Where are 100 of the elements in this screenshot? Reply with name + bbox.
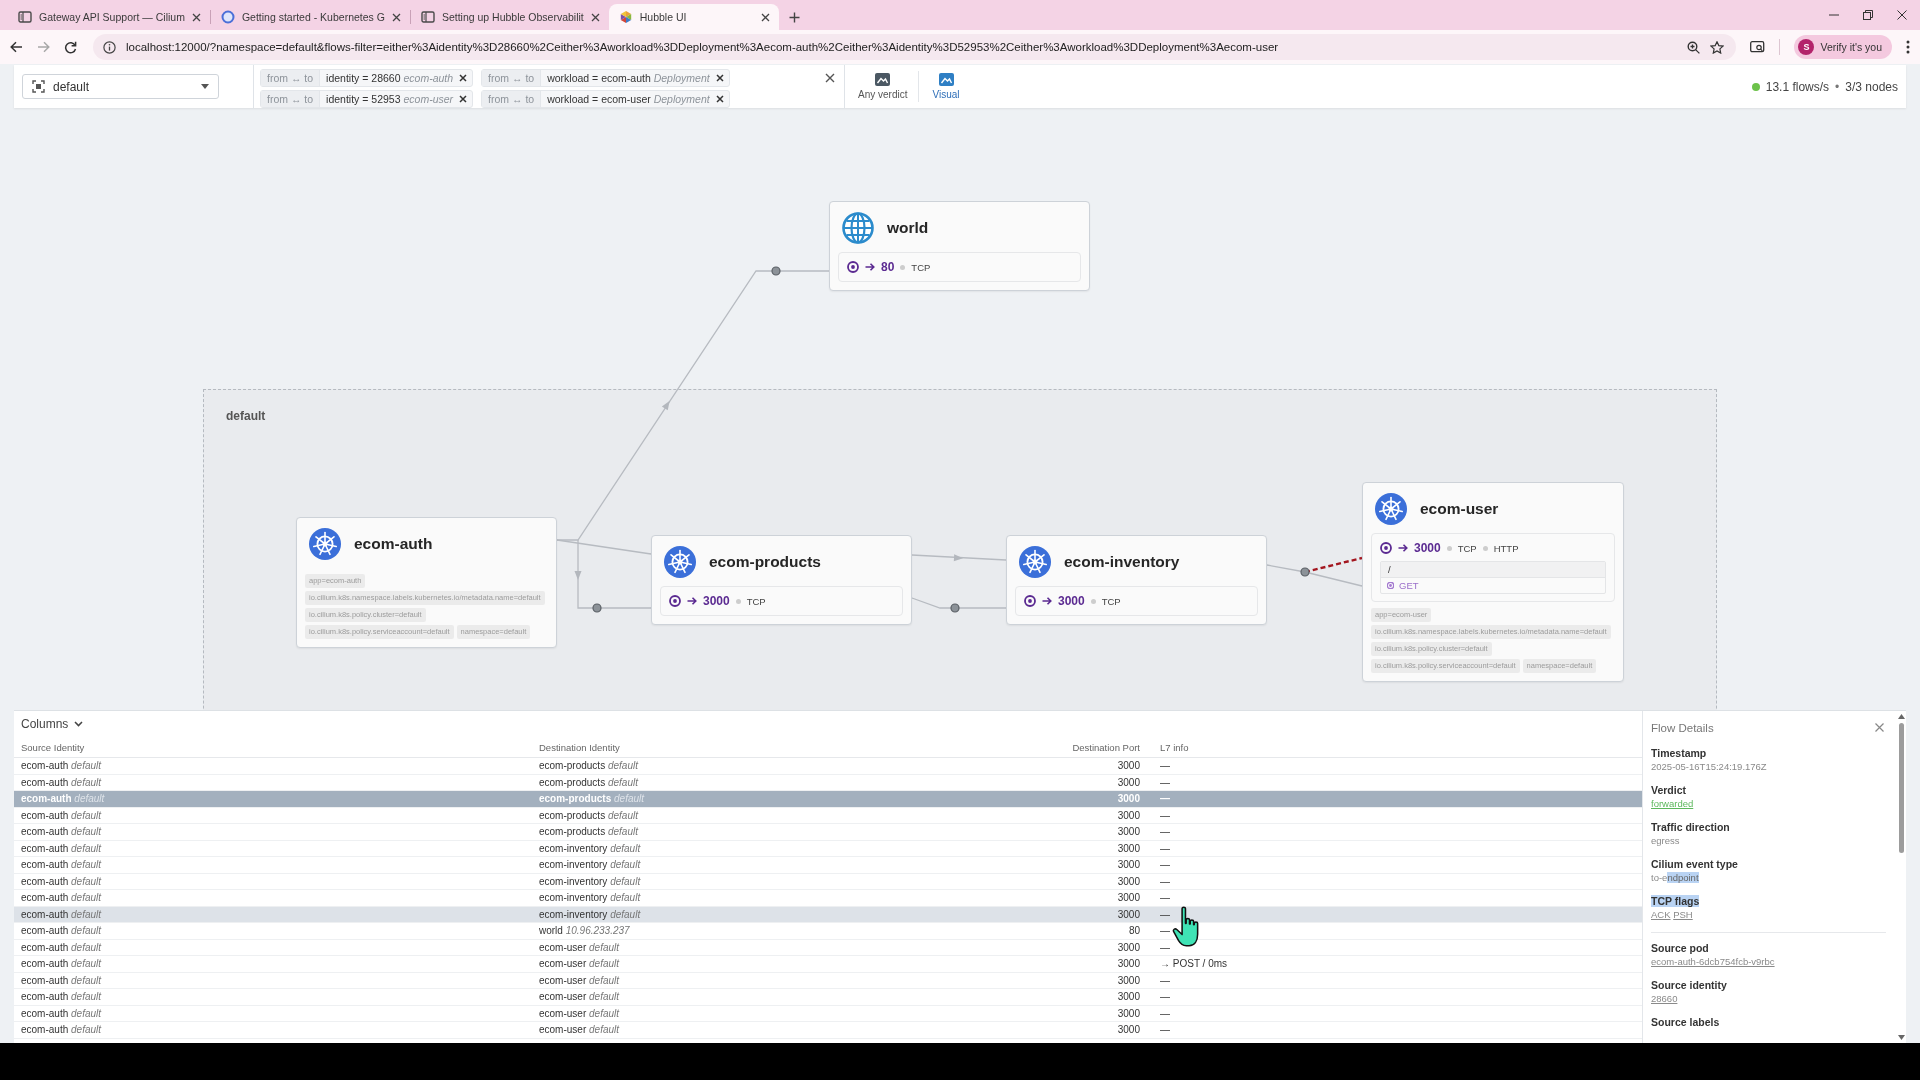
- filter-text: workload = ecom-user Deployment: [547, 93, 710, 105]
- table-cell-text: ecom-products default: [539, 809, 640, 821]
- table-cell-text: 3000: [1116, 776, 1141, 788]
- node-card[interactable]: [1362, 482, 1624, 682]
- table-cell-text: ecom-auth default: [21, 776, 103, 788]
- table-cell-text: ecom-auth default: [21, 859, 103, 871]
- namespace-label: default: [226, 409, 266, 423]
- table-cell-text: 3000: [1116, 760, 1141, 772]
- close-icon[interactable]: [391, 12, 401, 22]
- star-icon[interactable]: [1710, 40, 1725, 54]
- node-card[interactable]: ecom-products 3000 TCP: [651, 535, 912, 625]
- namespace-dropdown[interactable]: default: [22, 74, 219, 99]
- columns-button[interactable]: Columns: [21, 717, 84, 731]
- node-card[interactable]: world 80 TCP: [829, 201, 1090, 291]
- profile-button[interactable]: S Verify it's you: [1794, 35, 1892, 59]
- table-row[interactable]: ecom-auth default ecom-products default 3000 —: [14, 758, 1642, 775]
- globe-icon: [842, 212, 874, 244]
- table-row[interactable]: ecom-auth default ecom-user default 3000 → POST / 0ms: [14, 956, 1642, 973]
- remove-icon[interactable]: [715, 95, 724, 103]
- scrollbar-thumb[interactable]: [1898, 723, 1904, 853]
- separator-dot-icon: [1446, 545, 1452, 551]
- table-row[interactable]: ecom-auth default ecom-products default 3000 —: [14, 824, 1642, 841]
- image-icon: [938, 73, 954, 86]
- table-cell-text: 3000: [1116, 974, 1141, 986]
- table-row[interactable]: ecom-auth default ecom-inventory default 3000 —: [14, 857, 1642, 874]
- document-icon: [420, 10, 435, 24]
- table-cell-text: 3000: [1116, 1024, 1141, 1036]
- field-value: to-endpoint: [1651, 871, 1700, 884]
- address-bar[interactable]: localhost:12000/?namespace=default&flows-filter=either%3Aidentity%3D28660%2Ceither%3Aworkload%3DDeployment%3Aecom-auth%2Ceither%3Aidentity%3D52953%2Ceither%3Aworkload%3DDeployment%3Aecom-user: [93, 34, 1737, 60]
- field-value[interactable]: ACK PSH: [1651, 908, 1886, 921]
- field-value[interactable]: 28660: [1651, 992, 1886, 1005]
- panel-title: Flow Details: [1651, 721, 1714, 734]
- remove-icon[interactable]: [715, 74, 724, 82]
- table-cell-text: world 10.96.233.237: [539, 925, 631, 937]
- menu-icon[interactable]: [1906, 40, 1910, 54]
- node-title: ecom-inventory: [1064, 553, 1180, 571]
- table-row[interactable]: ecom-auth default ecom-inventory default 3000 —: [14, 873, 1642, 890]
- node-card[interactable]: ecom-inventory 3000 TCP: [1006, 535, 1267, 625]
- table-row[interactable]: ecom-auth default ecom-products default 3000 —: [14, 807, 1642, 824]
- browser-tab[interactable]: Hubble UI: [608, 4, 779, 30]
- table-cell-text: ecom-auth default: [21, 908, 103, 920]
- toolbar-button[interactable]: Visual: [921, 65, 971, 108]
- table-row[interactable]: ecom-auth default ecom-user default 3000 —: [14, 939, 1642, 956]
- scroll-down-icon[interactable]: [1897, 1035, 1905, 1040]
- remove-icon[interactable]: [459, 74, 468, 82]
- table-cell-text: ecom-auth default: [21, 974, 103, 986]
- window-search-icon[interactable]: [1750, 40, 1766, 54]
- protocol-label: HTTP: [1493, 542, 1519, 554]
- node-title: ecom-products: [709, 553, 821, 571]
- node-title: ecom-user: [1420, 500, 1499, 518]
- table-cell-text: —: [1159, 793, 1171, 805]
- restore-icon[interactable]: [1863, 10, 1873, 20]
- port-number: 3000: [1414, 541, 1441, 555]
- table-cell-text: ecom-inventory default: [539, 908, 642, 920]
- table-cell-text: ecom-auth default: [21, 760, 103, 772]
- table-cell-text: ecom-auth default: [21, 793, 106, 805]
- table-row[interactable]: ecom-auth default ecom-user default 3000 —: [14, 989, 1642, 1006]
- protocol-label: TCP: [911, 261, 931, 273]
- field-label: Source pod: [1651, 942, 1709, 954]
- table-cell-text: —: [1159, 1007, 1171, 1019]
- table-row[interactable]: ecom-auth default ecom-inventory default 3000 —: [14, 890, 1642, 907]
- node-count: 3/3 nodes: [1845, 79, 1898, 94]
- connector-dot-icon: [592, 603, 602, 613]
- reload-icon[interactable]: [64, 40, 77, 54]
- field-value[interactable]: ecom-auth-6dcb754fcb-v9rbc: [1651, 955, 1886, 968]
- table-cell-text: ecom-user default: [539, 1024, 621, 1036]
- table-row[interactable]: ecom-auth default ecom-inventory default 3000 —: [14, 840, 1642, 857]
- close-icon[interactable]: [760, 12, 770, 22]
- arrow-right-icon: [865, 262, 875, 272]
- scroll-up-icon[interactable]: [1897, 714, 1905, 719]
- new-tab-icon[interactable]: [788, 11, 800, 23]
- close-icon[interactable]: [1897, 10, 1907, 20]
- table-cell-text: ecom-auth default: [21, 842, 103, 854]
- browser-tab[interactable]: Setting up Hubble Observabilit: [410, 4, 609, 30]
- field-value: egress: [1651, 834, 1681, 847]
- table-row[interactable]: ecom-auth default ecom-user default 3000 —: [14, 1005, 1642, 1022]
- table-cell-text: ecom-user default: [539, 958, 621, 970]
- avatar-initial: S: [1798, 39, 1815, 55]
- remove-icon[interactable]: [459, 95, 468, 103]
- browser-tab[interactable]: Getting started - Kubernetes G: [210, 4, 410, 30]
- table-cell-text: 3000: [1116, 826, 1141, 838]
- zoom-in-icon[interactable]: [1687, 40, 1701, 54]
- filter-input-field[interactable]: from ↔ to identity = 28660 ecom-auth from ↔ to workload = ecom-auth Deployment from ↔ to identity = 52953 ecom-user from ↔ to workload = ecom-user Deployment: [253, 65, 845, 108]
- scrollbar[interactable]: [1896, 711, 1906, 1043]
- separator-text: •: [1835, 79, 1840, 94]
- back-icon[interactable]: [10, 41, 23, 53]
- protocol-label: TCP: [746, 595, 766, 607]
- table-row[interactable]: ecom-auth default ecom-user default 3000 —: [14, 1022, 1642, 1039]
- info-icon[interactable]: [103, 40, 116, 54]
- clear-icon[interactable]: [825, 73, 835, 83]
- connector-dot-icon: [1300, 567, 1310, 577]
- toolbar-button[interactable]: Any verdict: [847, 65, 919, 108]
- browser-tab[interactable]: Gateway API Support — Cilium: [8, 4, 210, 30]
- table-row[interactable]: ecom-auth default ecom-user default 3000 —: [14, 972, 1642, 989]
- separator-dot-icon: [1090, 598, 1096, 604]
- close-icon[interactable]: [590, 12, 600, 22]
- table-cell-text: —: [1159, 826, 1171, 838]
- table-cell-text: —: [1159, 809, 1171, 821]
- close-icon[interactable]: [191, 12, 201, 22]
- caret-icon: [201, 84, 209, 89]
